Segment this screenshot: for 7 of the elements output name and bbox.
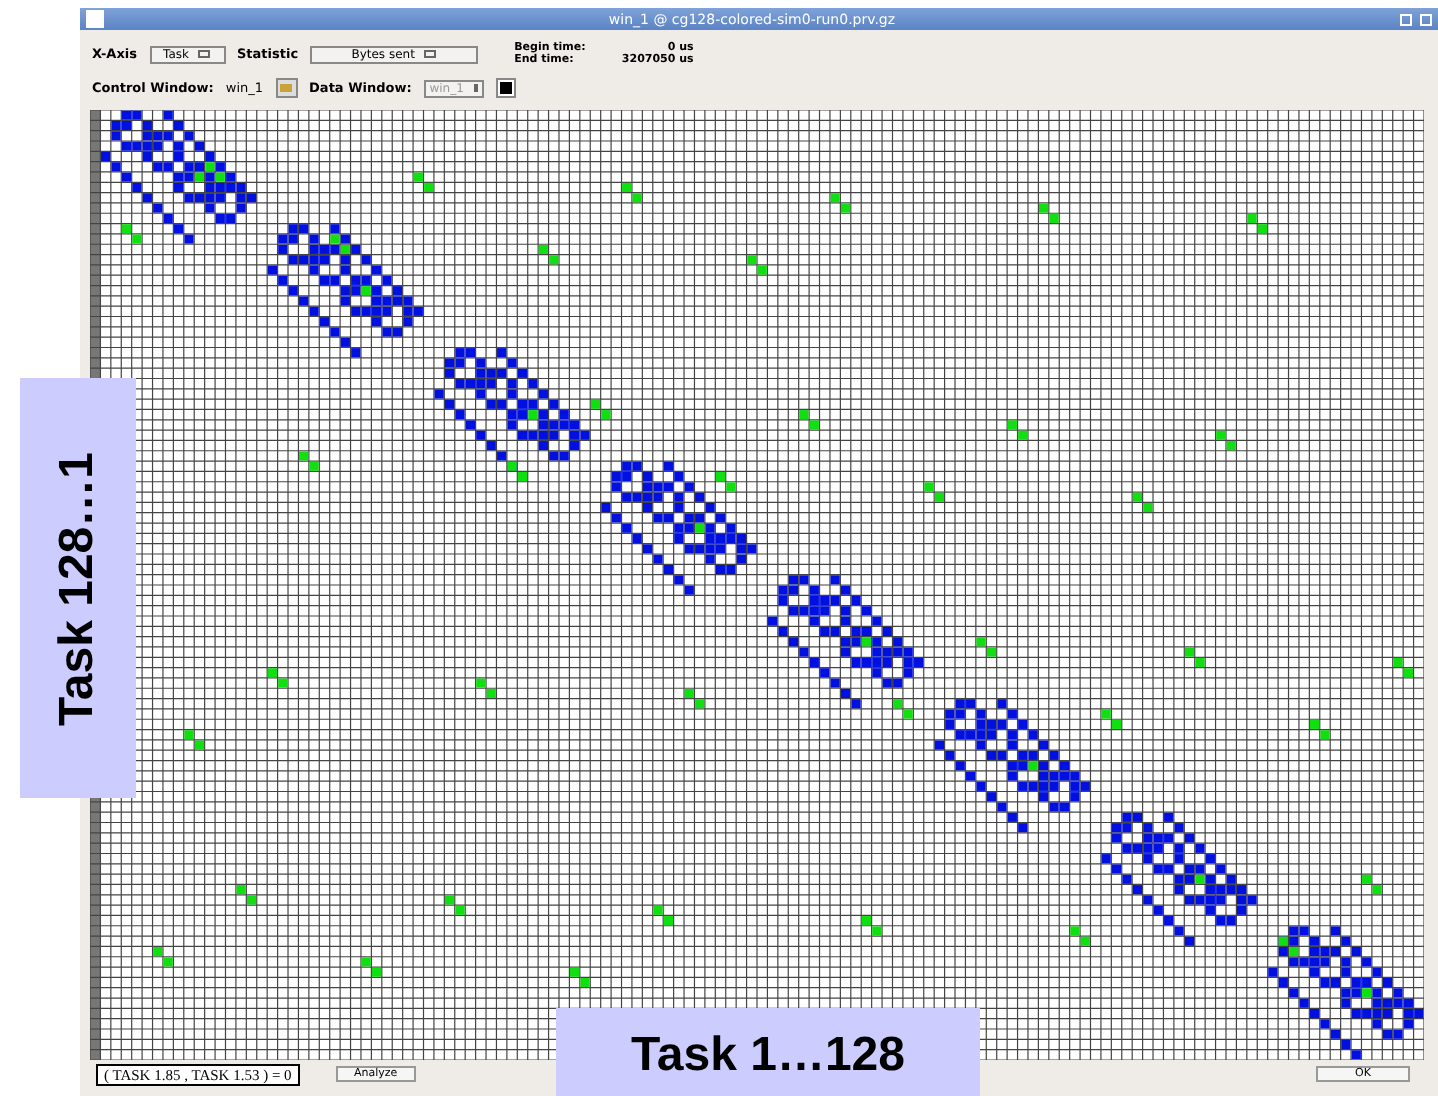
folder-button[interactable]: [275, 78, 298, 98]
color-swatch[interactable]: [495, 78, 516, 98]
y-axis-label: Task 128…1: [50, 451, 106, 725]
app-icon: [86, 10, 104, 28]
maximize-button[interactable]: [1420, 13, 1432, 25]
minimize-button[interactable]: [1400, 13, 1412, 25]
x-axis-label: Task 1…128: [556, 1008, 980, 1096]
